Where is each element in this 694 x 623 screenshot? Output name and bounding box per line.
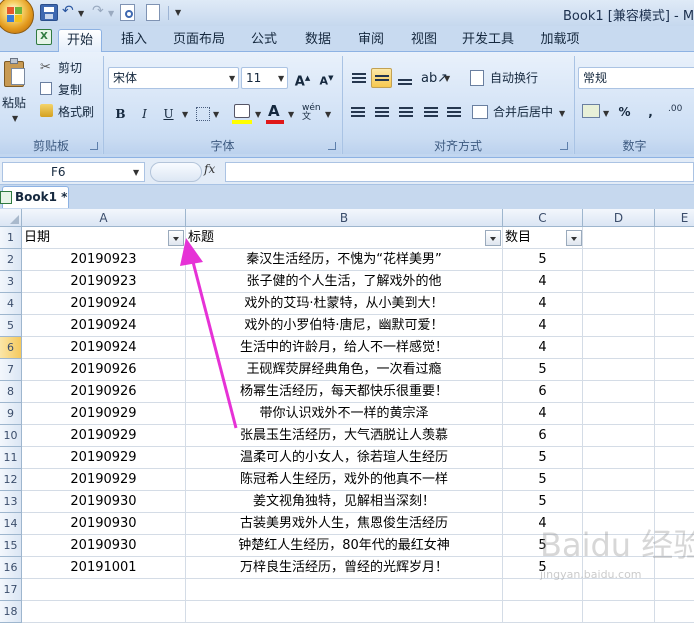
arrow-head — [180, 238, 203, 266]
watermark-logo: Baidu 经验 — [540, 526, 694, 564]
office-logo-icon — [7, 7, 23, 23]
arrow-shaft — [190, 257, 238, 429]
watermark-url: jingyan.baidu.com — [540, 568, 642, 581]
annotation-arrow — [180, 238, 238, 429]
